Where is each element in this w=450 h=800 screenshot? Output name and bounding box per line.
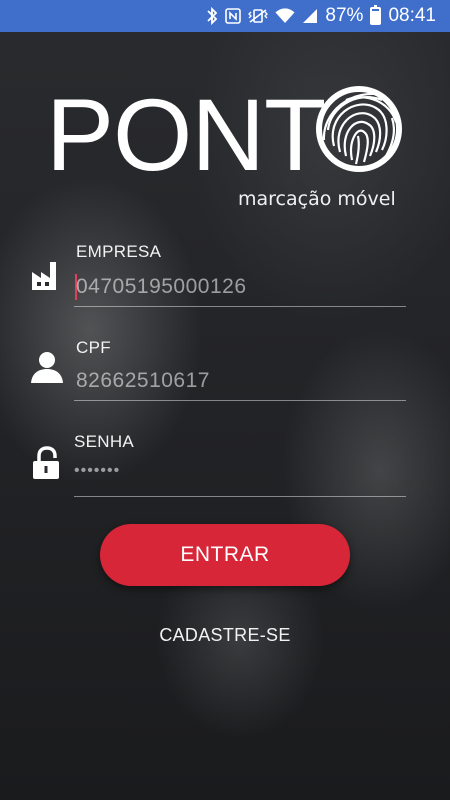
signup-link[interactable]: CADASTRE-SE — [0, 625, 450, 646]
app-logo: PONT marcação móvel — [46, 84, 406, 214]
clock: 08:41 — [388, 5, 436, 26]
senha-field[interactable]: SENHA ••••••• — [0, 430, 450, 500]
fingerprint-icon — [316, 86, 402, 172]
vibrate-icon — [248, 8, 269, 24]
cpf-field[interactable]: CPF 82662510617 — [0, 336, 450, 406]
lock-icon — [33, 446, 59, 479]
senha-input[interactable]: ••••••• — [74, 462, 120, 480]
battery-percent: 87% — [325, 5, 364, 26]
empresa-input[interactable]: 04705195000126 — [76, 275, 247, 299]
bluetooth-icon — [206, 7, 218, 25]
senha-underline — [74, 496, 406, 497]
nfc-icon — [225, 8, 242, 24]
empresa-label: EMPRESA — [76, 242, 162, 261]
empresa-underline — [74, 306, 406, 307]
empresa-field[interactable]: EMPRESA 04705195000126 — [0, 240, 450, 310]
battery-icon — [370, 5, 382, 25]
user-icon — [31, 352, 63, 383]
tagline: marcação móvel — [238, 188, 396, 210]
logo-wordmark: PONT — [46, 78, 326, 192]
status-bar: 87% 08:41 — [0, 0, 450, 32]
login-button[interactable]: ENTRAR — [100, 524, 350, 586]
factory-icon — [32, 262, 56, 290]
senha-label: SENHA — [74, 432, 135, 451]
signal-icon — [302, 8, 318, 24]
cpf-input[interactable]: 82662510617 — [76, 369, 210, 393]
wifi-icon — [275, 8, 295, 24]
cpf-underline — [74, 400, 406, 401]
cpf-label: CPF — [76, 338, 111, 357]
